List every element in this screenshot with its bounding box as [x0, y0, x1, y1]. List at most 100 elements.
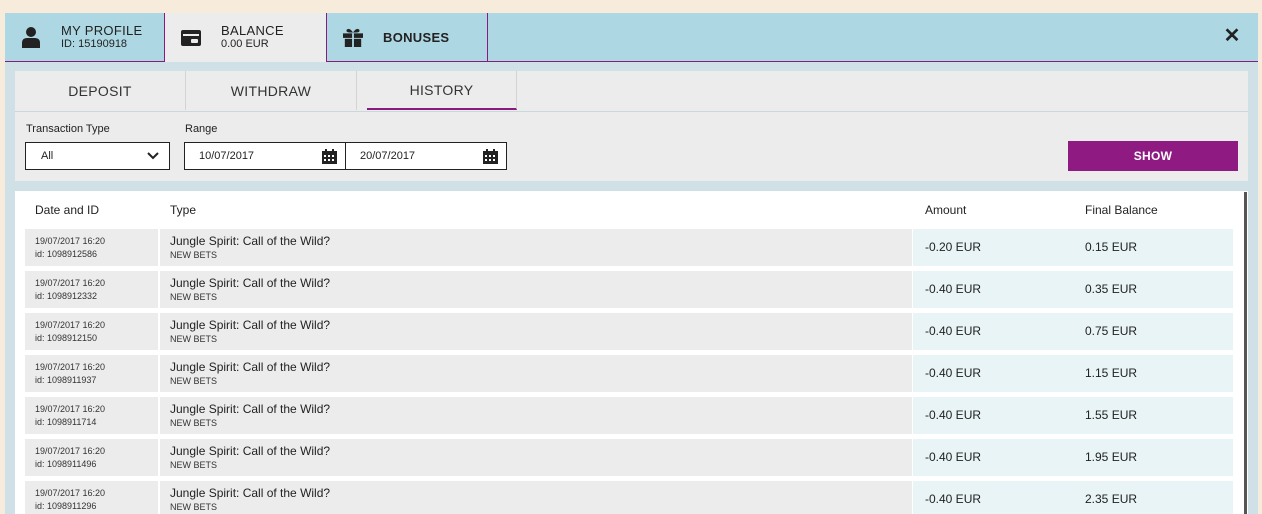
row-type-title: Jungle Spirit: Call of the Wild?: [170, 444, 331, 458]
range-label: Range: [185, 123, 218, 135]
row-type-sub: NEW BETS: [170, 250, 218, 260]
tab-balance[interactable]: BALANCE 0.00 EUR: [165, 13, 327, 62]
row-final-balance: 1.15 EUR: [1085, 366, 1138, 380]
row-final-balance: 2.35 EUR: [1085, 492, 1138, 506]
date-to-value: 20/07/2017: [360, 150, 416, 162]
row-date-cell: 19/07/2017 16:20 id: 1098912586: [25, 229, 158, 266]
row-amount-cell: -0.40 EUR 0.75 EUR: [913, 313, 1233, 350]
row-type-sub: NEW BETS: [170, 460, 218, 470]
row-type-sub: NEW BETS: [170, 334, 218, 344]
row-id: id: 1098911937: [35, 375, 97, 385]
row-type-sub: NEW BETS: [170, 502, 218, 512]
row-final-balance: 0.15 EUR: [1085, 240, 1138, 254]
row-date-cell: 19/07/2017 16:20 id: 1098911296: [25, 481, 158, 514]
transaction-type-label: Transaction Type: [26, 123, 110, 135]
table-row[interactable]: 19/07/2017 16:20 id: 1098911496 Jungle Spi…: [25, 439, 1233, 476]
row-type-sub: NEW BETS: [170, 292, 218, 302]
row-amount: -0.20 EUR: [925, 240, 982, 254]
row-date-cell: 19/07/2017 16:20 id: 1098911714: [25, 397, 158, 434]
row-id: id: 1098912150: [35, 333, 98, 343]
table-row[interactable]: 19/07/2017 16:20 id: 1098912332 Jungle Spi…: [25, 271, 1233, 308]
row-final-balance: 1.95 EUR: [1085, 450, 1138, 464]
header-date-id: Date and ID: [35, 203, 100, 217]
calendar-icon[interactable]: [483, 149, 498, 167]
row-amount-cell: -0.40 EUR 1.15 EUR: [913, 355, 1233, 392]
account-panel: MY PROFILE ID: 15190918 BALANCE 0.00 EUR…: [5, 13, 1258, 514]
table-row[interactable]: 19/07/2017 16:20 id: 1098912150 Jungle Spi…: [25, 313, 1233, 350]
table-row[interactable]: 19/07/2017 16:20 id: 1098911296 Jungle Spi…: [25, 481, 1233, 514]
row-amount-cell: -0.40 EUR 2.35 EUR: [913, 481, 1233, 514]
table-row[interactable]: 19/07/2017 16:20 id: 1098911714 Jungle Spi…: [25, 397, 1233, 434]
chevron-down-icon: [147, 150, 159, 165]
balance-sub-tabs: DEPOSIT WITHDRAW HISTORY: [15, 71, 1248, 112]
profile-title: MY PROFILE: [61, 22, 143, 38]
row-type-title: Jungle Spirit: Call of the Wild?: [170, 234, 331, 248]
row-type-title: Jungle Spirit: Call of the Wild?: [170, 318, 331, 332]
row-amount: -0.40 EUR: [925, 408, 982, 422]
row-id: id: 1098912586: [35, 249, 98, 259]
header-final-balance: Final Balance: [1085, 203, 1158, 217]
tab-withdraw[interactable]: WITHDRAW: [186, 71, 357, 110]
row-final-balance: 1.55 EUR: [1085, 408, 1138, 422]
close-icon[interactable]: ✕: [1222, 26, 1242, 46]
table-scrollbar[interactable]: [1244, 192, 1247, 514]
row-type-cell: Jungle Spirit: Call of the Wild? NEW BETS: [160, 271, 912, 308]
row-amount-cell: -0.40 EUR 0.35 EUR: [913, 271, 1233, 308]
date-to-input[interactable]: 20/07/2017: [345, 142, 507, 170]
row-type-title: Jungle Spirit: Call of the Wild?: [170, 360, 331, 374]
row-type-cell: Jungle Spirit: Call of the Wild? NEW BETS: [160, 313, 912, 350]
row-final-balance: 0.35 EUR: [1085, 282, 1138, 296]
tab-bonuses[interactable]: BONUSES: [327, 13, 488, 61]
row-date-cell: 19/07/2017 16:20 id: 1098912150: [25, 313, 158, 350]
row-id: id: 1098911296: [35, 501, 97, 511]
row-type-sub: NEW BETS: [170, 376, 218, 386]
tab-history[interactable]: HISTORY: [367, 71, 517, 110]
row-amount: -0.40 EUR: [925, 324, 982, 338]
header-amount: Amount: [925, 203, 967, 217]
row-type-cell: Jungle Spirit: Call of the Wild? NEW BETS: [160, 439, 912, 476]
row-amount: -0.40 EUR: [925, 492, 982, 506]
row-id: id: 1098911714: [35, 417, 97, 427]
tab-deposit[interactable]: DEPOSIT: [15, 71, 186, 110]
row-type-cell: Jungle Spirit: Call of the Wild? NEW BETS: [160, 355, 912, 392]
transaction-type-value: All: [41, 150, 54, 162]
row-amount-cell: -0.40 EUR 1.95 EUR: [913, 439, 1233, 476]
row-date: 19/07/2017 16:20: [35, 278, 106, 288]
table-row[interactable]: 19/07/2017 16:20 id: 1098912586 Jungle Spi…: [25, 229, 1233, 266]
row-type-cell: Jungle Spirit: Call of the Wild? NEW BETS: [160, 397, 912, 434]
bonuses-title: BONUSES: [383, 29, 450, 45]
row-type-title: Jungle Spirit: Call of the Wild?: [170, 276, 331, 290]
date-from-value: 10/07/2017: [199, 150, 255, 162]
table-row[interactable]: 19/07/2017 16:20 id: 1098911937 Jungle Spi…: [25, 355, 1233, 392]
row-date: 19/07/2017 16:20: [35, 488, 106, 498]
row-amount-cell: -0.40 EUR 1.55 EUR: [913, 397, 1233, 434]
balance-amount: 0.00 EUR: [221, 38, 269, 50]
row-type-cell: Jungle Spirit: Call of the Wild? NEW BETS: [160, 229, 912, 266]
user-icon: [21, 26, 41, 48]
row-date-cell: 19/07/2017 16:20 id: 1098912332: [25, 271, 158, 308]
row-date: 19/07/2017 16:20: [35, 404, 106, 414]
transaction-type-select[interactable]: All: [25, 142, 170, 170]
row-type-title: Jungle Spirit: Call of the Wild?: [170, 486, 331, 500]
tab-my-profile[interactable]: MY PROFILE ID: 15190918: [5, 13, 165, 61]
row-date: 19/07/2017 16:20: [35, 320, 106, 330]
date-from-input[interactable]: 10/07/2017: [184, 142, 346, 170]
account-tab-bar: MY PROFILE ID: 15190918 BALANCE 0.00 EUR…: [5, 13, 1258, 62]
row-type-sub: NEW BETS: [170, 418, 218, 428]
profile-id: ID: 15190918: [61, 37, 128, 50]
row-amount: -0.40 EUR: [925, 282, 982, 296]
row-date-cell: 19/07/2017 16:20 id: 1098911937: [25, 355, 158, 392]
balance-title: BALANCE: [221, 23, 284, 38]
show-button[interactable]: SHOW: [1068, 141, 1238, 171]
row-type-cell: Jungle Spirit: Call of the Wild? NEW BETS: [160, 481, 912, 514]
wallet-icon: [181, 27, 201, 49]
calendar-icon[interactable]: [322, 149, 337, 167]
row-amount-cell: -0.20 EUR 0.15 EUR: [913, 229, 1233, 266]
row-date-cell: 19/07/2017 16:20 id: 1098911496: [25, 439, 158, 476]
row-type-title: Jungle Spirit: Call of the Wild?: [170, 402, 331, 416]
balance-content: DEPOSIT WITHDRAW HISTORY Transaction Typ…: [15, 71, 1248, 181]
row-amount: -0.40 EUR: [925, 366, 982, 380]
header-type: Type: [170, 203, 197, 217]
row-id: id: 1098912332: [35, 291, 98, 301]
row-id: id: 1098911496: [35, 459, 97, 469]
